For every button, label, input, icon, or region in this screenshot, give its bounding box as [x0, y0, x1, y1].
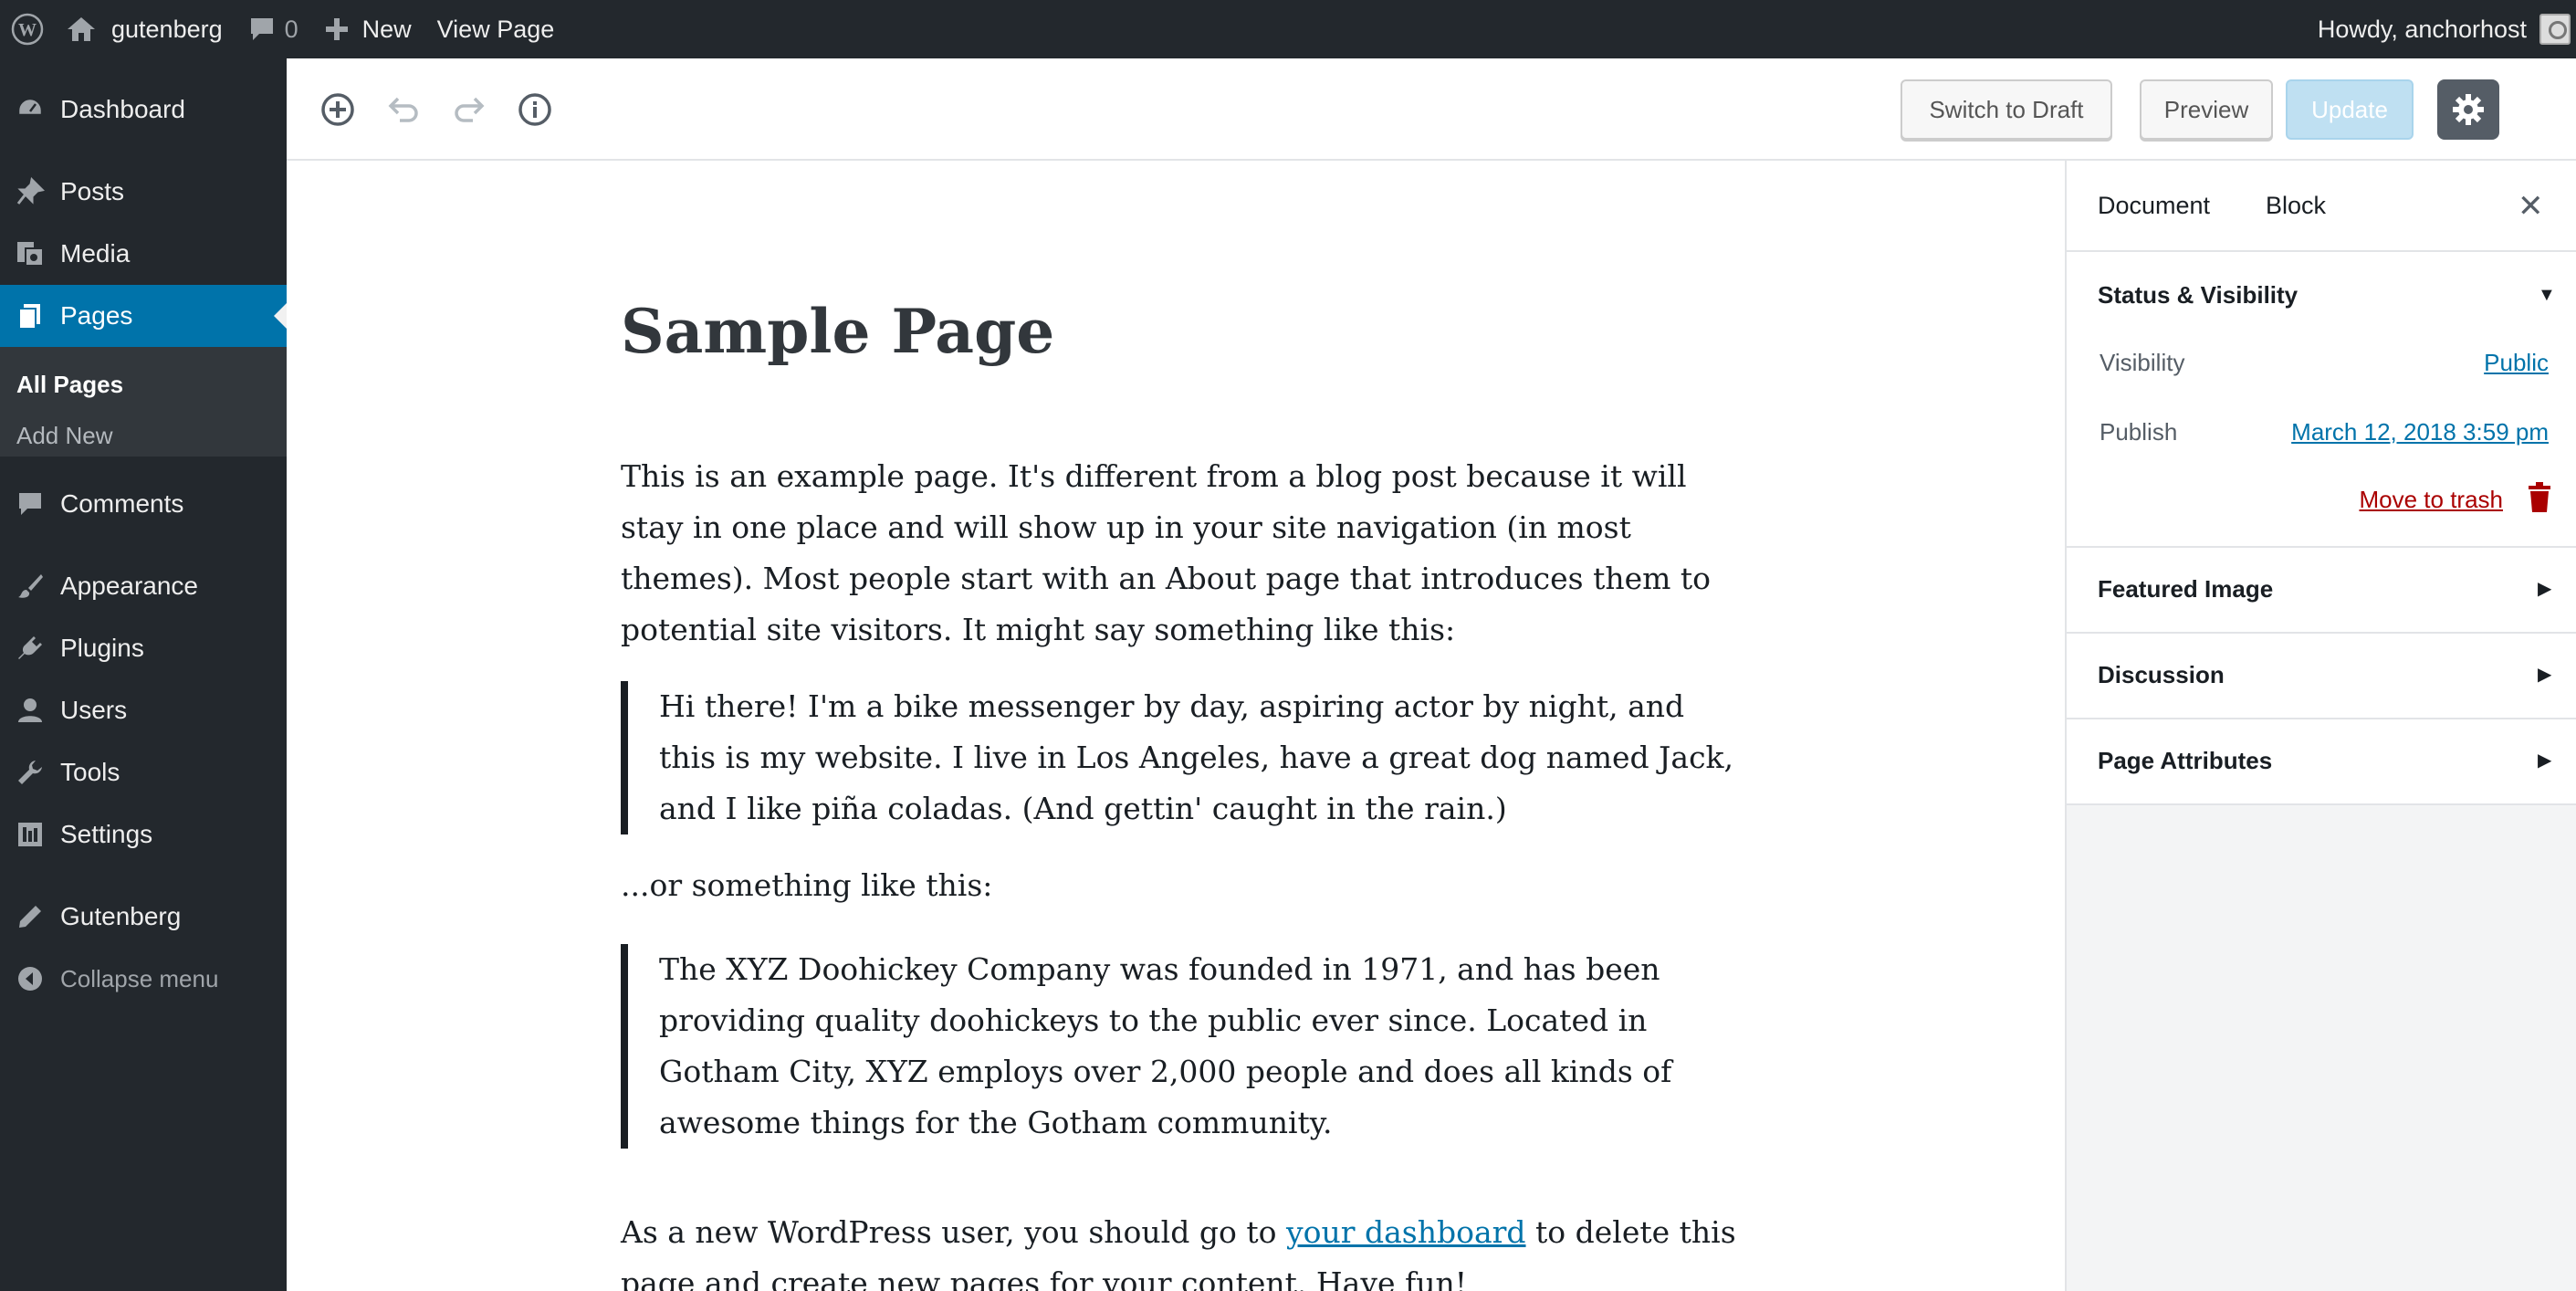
pencil-icon [0, 886, 60, 948]
plug-icon [0, 617, 60, 679]
wrench-icon [0, 741, 60, 803]
submenu-all-pages[interactable]: All Pages [16, 371, 123, 399]
svg-text:W: W [18, 20, 37, 40]
quote-block[interactable]: Hi there! I'm a bike messenger by day, a… [621, 681, 1744, 834]
sidebar-item-label: Users [60, 696, 128, 724]
trash-icon[interactable] [2527, 482, 2552, 513]
visibility-value-link[interactable]: Public [2484, 349, 2549, 377]
sidebar-item-plugins[interactable]: Plugins [0, 617, 287, 679]
update-button[interactable]: Update [2286, 79, 2414, 140]
sidebar-item-appearance[interactable]: Appearance [0, 555, 287, 617]
dashboard-link[interactable]: your dashboard [1286, 1214, 1526, 1250]
sidebar-item-settings[interactable]: Settings [0, 803, 287, 866]
dashboard-icon [0, 79, 60, 141]
page-attributes-panel[interactable]: Page Attributes ▶ [2067, 719, 2576, 805]
account-menu[interactable]: Howdy, anchorhost [2305, 0, 2576, 58]
site-name: gutenberg [111, 15, 223, 43]
paragraph-block[interactable]: This is an example page. It's different … [621, 451, 1744, 656]
tab-document[interactable]: Document [2098, 192, 2210, 220]
caret-right-icon[interactable]: ▶ [2538, 577, 2551, 600]
settings-toggle-button[interactable] [2437, 79, 2499, 140]
comment-count: 0 [284, 15, 298, 43]
move-to-trash-link[interactable]: Move to trash [2359, 486, 2503, 514]
publish-label: Publish [2100, 418, 2178, 446]
settings-icon [0, 803, 60, 866]
sidebar-item-label: Appearance [60, 572, 199, 600]
caret-down-icon[interactable]: ▼ [2538, 285, 2556, 306]
sidebar-item-label: Posts [60, 177, 125, 205]
new-content-link[interactable]: New [311, 0, 424, 58]
featured-image-panel[interactable]: Featured Image ▶ [2067, 548, 2576, 634]
wordpress-logo-icon[interactable]: W [2, 0, 53, 58]
media-icon [0, 223, 60, 285]
status-visibility-panel: Status & Visibility ▼ Visibility Public … [2067, 252, 2576, 548]
new-label: New [361, 15, 412, 43]
sidebar-item-pages[interactable]: Pages [0, 285, 287, 347]
sidebar-item-gutenberg[interactable]: Gutenberg [0, 886, 287, 948]
gear-icon [2453, 94, 2484, 125]
publish-date-link[interactable]: March 12, 2018 3:59 pm [2291, 418, 2549, 446]
paragraph-text: As a new WordPress user, you should go t… [621, 1214, 1286, 1250]
collapse-arrow-icon [0, 948, 60, 1010]
sidebar-item-label: Tools [60, 758, 120, 786]
greeting: Howdy, anchorhost [2317, 15, 2527, 43]
collapse-menu-label: Collapse menu [60, 964, 219, 992]
comment-icon [0, 473, 60, 535]
settings-header: Document Block ✕ [2067, 161, 2576, 252]
sidebar-item-users[interactable]: Users [0, 679, 287, 741]
caret-right-icon[interactable]: ▶ [2538, 749, 2551, 771]
undo-icon[interactable] [383, 89, 424, 130]
add-block-icon[interactable] [318, 89, 358, 130]
sidebar-item-label: Dashboard [60, 95, 185, 123]
visibility-label: Visibility [2100, 349, 2185, 376]
brush-icon [0, 555, 60, 617]
quote-block[interactable]: The XYZ Doohickey Company was founded in… [621, 944, 1744, 1149]
sidebar-item-label: Comments [60, 489, 184, 518]
view-page-link[interactable]: View Page [424, 0, 568, 58]
site-name-link[interactable]: gutenberg [53, 0, 236, 58]
sidebar-item-label: Gutenberg [60, 902, 182, 930]
redo-icon[interactable] [449, 89, 489, 130]
sidebar-item-label: Pages [60, 301, 133, 330]
pages-submenu: All Pages Add New [0, 347, 287, 457]
sidebar-item-label: Settings [60, 820, 153, 848]
sidebar-item-comments[interactable]: Comments [0, 473, 287, 535]
panel-title-discussion[interactable]: Discussion [2098, 661, 2225, 689]
pages-icon [0, 285, 60, 347]
page-title[interactable]: Sample Page [621, 296, 1054, 367]
user-icon [0, 679, 60, 741]
preview-button[interactable]: Preview [2140, 79, 2273, 140]
sidebar-item-tools[interactable]: Tools [0, 741, 287, 803]
paragraph-block[interactable]: ...or something like this: [621, 860, 1744, 911]
sidebar-item-label: Plugins [60, 634, 144, 662]
collapse-menu-button[interactable]: Collapse menu [0, 948, 287, 1010]
comments-link[interactable]: 0 [236, 0, 311, 58]
editor-toolbar: Switch to Draft Preview Update [287, 58, 2576, 161]
sidebar-item-dashboard[interactable]: Dashboard [0, 79, 287, 141]
avatar [2539, 14, 2571, 45]
submenu-add-new[interactable]: Add New [16, 422, 113, 450]
tab-block[interactable]: Block [2266, 192, 2326, 220]
info-icon[interactable] [515, 89, 555, 130]
sidebar-item-label: Media [60, 239, 131, 268]
settings-sidebar: Document Block ✕ Status & Visibility ▼ V… [2065, 161, 2576, 1291]
caret-right-icon[interactable]: ▶ [2538, 663, 2551, 686]
panel-title-featured-image[interactable]: Featured Image [2098, 575, 2273, 604]
sidebar-item-posts[interactable]: Posts [0, 161, 287, 223]
panel-title-page-attributes[interactable]: Page Attributes [2098, 747, 2272, 775]
home-icon [68, 17, 95, 41]
view-page-label: View Page [436, 15, 555, 43]
plus-icon [325, 18, 348, 40]
admin-bar: W gutenberg 0 New View Page Howdy, ancho… [0, 0, 2576, 58]
panel-title-status[interactable]: Status & Visibility [2098, 281, 2298, 310]
admin-sidebar: Dashboard Posts Media Pages All Pages Ad… [0, 58, 287, 1291]
discussion-panel[interactable]: Discussion ▶ [2067, 634, 2576, 719]
close-icon[interactable]: ✕ [2518, 188, 2544, 225]
sidebar-item-media[interactable]: Media [0, 223, 287, 285]
comment-icon [250, 18, 273, 40]
pin-icon [0, 161, 60, 223]
switch-to-draft-button[interactable]: Switch to Draft [1901, 79, 2112, 140]
paragraph-block[interactable]: As a new WordPress user, you should go t… [621, 1207, 1744, 1291]
